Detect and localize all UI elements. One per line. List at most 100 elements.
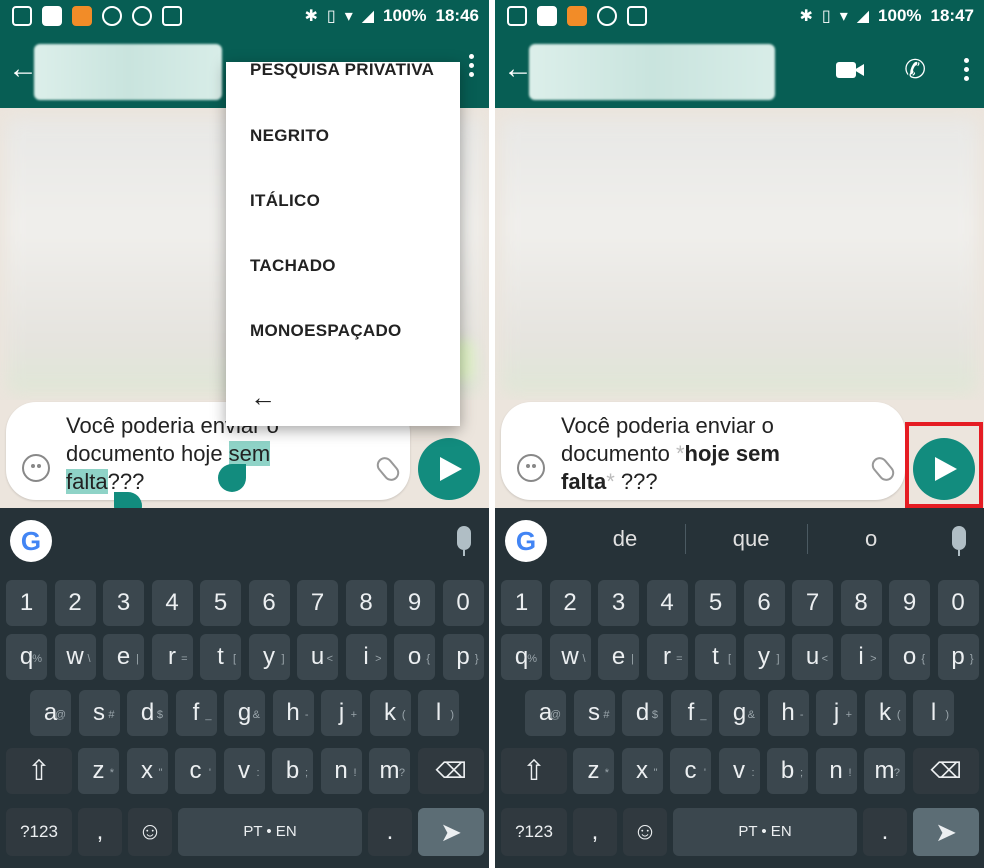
key-v[interactable]: :v (718, 748, 760, 794)
emoji-key[interactable]: ☺ (623, 808, 667, 856)
shift-key[interactable]: ⇧ (6, 748, 72, 794)
key-2[interactable]: 2 (54, 580, 96, 626)
key-5[interactable]: 5 (200, 580, 241, 626)
key-n[interactable]: ! n (815, 748, 857, 794)
key-z[interactable]: * z (573, 748, 614, 794)
key-r[interactable]: = r (646, 634, 688, 680)
key-u[interactable]: < u (792, 634, 833, 680)
key-d[interactable]: $ d (622, 690, 663, 736)
microphone-icon[interactable] (952, 526, 966, 556)
key-7[interactable]: 7 (792, 580, 833, 626)
key-4[interactable]: 4 (646, 580, 688, 626)
suggestion-1[interactable]: de (613, 526, 637, 552)
key-9[interactable]: 9 (889, 580, 930, 626)
arrow-left-icon[interactable]: ← (250, 382, 276, 413)
key-9[interactable]: 9 (394, 580, 435, 626)
comma-key[interactable]: , (78, 808, 122, 856)
suggestion-3[interactable]: o (865, 526, 877, 552)
key-c[interactable]: ' c (670, 748, 711, 794)
attach-icon[interactable] (373, 453, 403, 485)
send-button[interactable] (418, 438, 480, 500)
overflow-menu-icon[interactable] (964, 58, 970, 81)
key-6[interactable]: 6 (743, 580, 785, 626)
key-p[interactable]: } p (442, 634, 484, 680)
key-3[interactable]: 3 (598, 580, 639, 626)
key-t[interactable]: [t (695, 634, 736, 680)
keyboard-send-key[interactable]: ➤ (418, 808, 484, 856)
key-2[interactable]: 2 (549, 580, 591, 626)
key-l[interactable]: ) l (418, 690, 459, 736)
key-i[interactable]: > i (345, 634, 387, 680)
key-a[interactable]: @ a (30, 690, 71, 736)
key-r[interactable]: = r (151, 634, 193, 680)
backspace-key[interactable]: ⌫ (913, 748, 979, 794)
shift-key[interactable]: ⇧ (501, 748, 567, 794)
key-p[interactable]: } p (937, 634, 979, 680)
backspace-key[interactable]: ⌫ (418, 748, 484, 794)
key-g[interactable]: & g (719, 690, 760, 736)
microphone-icon[interactable] (457, 526, 471, 556)
key-1[interactable]: 1 (501, 580, 542, 626)
period-key[interactable]: . (368, 808, 412, 856)
key-t[interactable]: [t (200, 634, 241, 680)
menu-item-monospace[interactable]: MONOESPAÇADO (250, 321, 402, 341)
key-f[interactable]: _ f (175, 690, 217, 736)
selection-handle-end[interactable] (218, 464, 246, 492)
key-n[interactable]: ! n (320, 748, 362, 794)
key-1[interactable]: 1 (6, 580, 47, 626)
key-6[interactable]: 6 (248, 580, 290, 626)
key-3[interactable]: 3 (103, 580, 144, 626)
key-y[interactable]: ] y (248, 634, 290, 680)
phone-call-icon[interactable]: ✆ (904, 54, 926, 85)
key-l[interactable]: ) l (913, 690, 954, 736)
key-z[interactable]: * z (78, 748, 119, 794)
key-g[interactable]: & g (224, 690, 265, 736)
comma-key[interactable]: , (573, 808, 617, 856)
key-5[interactable]: 5 (695, 580, 736, 626)
key-o[interactable]: {o (889, 634, 930, 680)
key-b[interactable]: ; b (272, 748, 313, 794)
contact-name-blurred[interactable] (34, 44, 222, 100)
key-s[interactable]: # s (573, 690, 615, 736)
space-key[interactable]: PT • EN (673, 808, 857, 856)
key-4[interactable]: 4 (151, 580, 193, 626)
contact-name-blurred[interactable] (529, 44, 775, 100)
space-key[interactable]: PT • EN (178, 808, 362, 856)
key-m[interactable]: ? m (369, 748, 410, 794)
overflow-menu-icon[interactable] (469, 54, 475, 77)
period-key[interactable]: . (863, 808, 907, 856)
emoji-icon[interactable] (517, 454, 545, 482)
menu-item-bold[interactable]: NEGRITO (250, 126, 329, 146)
key-u[interactable]: < u (297, 634, 338, 680)
key-v[interactable]: :v (223, 748, 265, 794)
symbols-key[interactable]: ?123 (6, 808, 72, 856)
key-x[interactable]: " x (621, 748, 663, 794)
key-k[interactable]: (k (369, 690, 411, 736)
key-8[interactable]: 8 (840, 580, 882, 626)
key-c[interactable]: ' c (175, 748, 216, 794)
key-h[interactable]: -h (272, 690, 314, 736)
menu-item-private-search[interactable]: PESQUISA PRIVATIVA (250, 60, 434, 80)
google-icon[interactable]: G (505, 520, 547, 562)
emoji-icon[interactable] (22, 454, 50, 482)
key-o[interactable]: {o (394, 634, 435, 680)
key-e[interactable]: | e (103, 634, 144, 680)
key-w[interactable]: \ w (54, 634, 96, 680)
key-d[interactable]: $ d (127, 690, 168, 736)
key-j[interactable]: + j (816, 690, 857, 736)
key-j[interactable]: + j (321, 690, 362, 736)
key-q[interactable]: % q (501, 634, 542, 680)
key-e[interactable]: | e (598, 634, 639, 680)
message-text[interactable]: Você poderia enviar o documento *hoje se… (561, 412, 851, 496)
key-x[interactable]: " x (126, 748, 168, 794)
menu-item-strikethrough[interactable]: TACHADO (250, 256, 336, 276)
key-b[interactable]: ; b (767, 748, 808, 794)
symbols-key[interactable]: ?123 (501, 808, 567, 856)
video-call-icon[interactable] (836, 60, 866, 80)
attach-icon[interactable] (868, 453, 898, 485)
key-k[interactable]: (k (864, 690, 906, 736)
keyboard-send-key[interactable]: ➤ (913, 808, 979, 856)
key-f[interactable]: _ f (670, 690, 712, 736)
key-i[interactable]: > i (840, 634, 882, 680)
message-input[interactable]: Você poderia enviar o documento *hoje se… (501, 402, 905, 500)
